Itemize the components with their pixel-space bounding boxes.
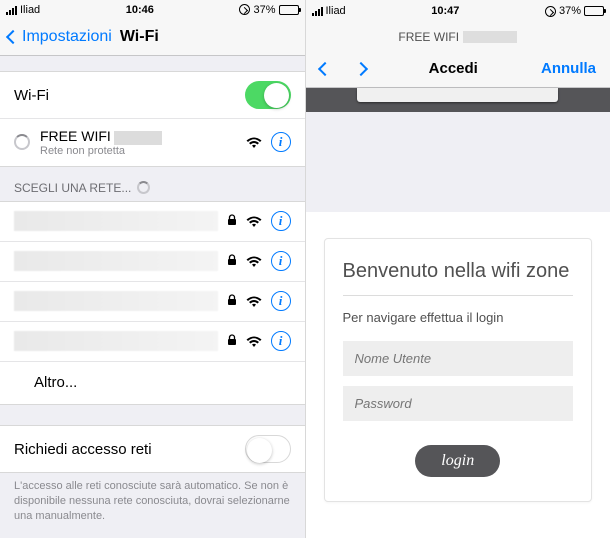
wifi-signal-icon (246, 136, 262, 148)
network-row[interactable]: i (0, 282, 305, 322)
login-card: Benvenuto nella wifi zone Per navigare e… (324, 238, 593, 502)
battery-pct: 37% (253, 4, 275, 16)
chevron-left-icon (6, 30, 20, 44)
redacted-ssid (14, 211, 218, 231)
username-input[interactable] (343, 341, 574, 376)
clock: 10:47 (346, 5, 545, 17)
info-icon[interactable]: i (271, 132, 291, 152)
battery-icon (584, 6, 604, 16)
other-network-row[interactable]: Altro... (0, 362, 305, 404)
login-subtitle: Per navigare effettua il login (343, 310, 574, 325)
info-icon[interactable]: i (271, 291, 291, 311)
connecting-spinner-icon (14, 134, 30, 150)
ask-join-label: Richiedi accesso reti (14, 441, 245, 458)
phone-captive-portal: Iliad 10:47 37% FREE WIFI Accedi Annulla… (306, 0, 610, 538)
toolbar-title: Accedi (366, 60, 542, 77)
network-row[interactable]: i (0, 242, 305, 282)
redacted-ssid (14, 331, 218, 351)
captive-titlebar: FREE WIFI (306, 22, 610, 50)
ask-join-row: Richiedi accesso reti (0, 426, 305, 472)
info-icon[interactable]: i (271, 211, 291, 231)
battery-pct: 37% (559, 5, 581, 17)
lock-icon (227, 213, 237, 229)
redacted-ssid (14, 291, 218, 311)
redacted-text (114, 131, 162, 145)
clock: 10:46 (40, 4, 239, 16)
orientation-lock-icon (239, 4, 250, 15)
back-button[interactable]: Impostazioni (8, 28, 112, 46)
page-banner (306, 88, 610, 112)
login-button[interactable]: login (415, 445, 500, 477)
carrier-label: Iliad (20, 4, 40, 16)
redacted-ssid (14, 251, 218, 271)
redacted-text (463, 31, 517, 43)
signal-icon (312, 6, 323, 16)
wifi-signal-icon (246, 335, 262, 347)
captive-ssid: FREE WIFI (398, 30, 459, 44)
connected-ssid: FREE WIFI (40, 128, 246, 144)
navbar: Impostazioni Wi-Fi (0, 19, 305, 56)
nav-back-button[interactable] (317, 61, 331, 75)
ask-join-toggle[interactable] (245, 435, 291, 463)
cancel-button[interactable]: Annulla (541, 60, 596, 77)
status-bar: Iliad 10:46 37% (0, 0, 305, 19)
wifi-signal-icon (246, 295, 262, 307)
wifi-signal-icon (246, 215, 262, 227)
wifi-toggle-label: Wi-Fi (14, 87, 245, 104)
password-input[interactable] (343, 386, 574, 421)
lock-icon (227, 293, 237, 309)
network-row[interactable]: i (0, 322, 305, 362)
login-title: Benvenuto nella wifi zone (343, 259, 574, 296)
other-label: Altro... (34, 374, 291, 391)
phone-wifi-settings: Iliad 10:46 37% Impostazioni Wi-Fi Wi-Fi… (0, 0, 306, 538)
wifi-toggle[interactable] (245, 81, 291, 109)
choose-network-header: SCEGLI UNA RETE... (0, 167, 305, 201)
network-row[interactable]: i (0, 202, 305, 242)
carrier-label: Iliad (326, 5, 346, 17)
scanning-spinner-icon (137, 181, 150, 194)
battery-icon (279, 5, 299, 15)
wifi-toggle-row: Wi-Fi (0, 72, 305, 119)
status-bar: Iliad 10:47 37% (306, 0, 610, 22)
connected-network-row[interactable]: FREE WIFI Rete non protetta i (0, 119, 305, 165)
orientation-lock-icon (545, 6, 556, 17)
page-title: Wi-Fi (120, 28, 159, 46)
back-label: Impostazioni (22, 28, 112, 46)
info-icon[interactable]: i (271, 331, 291, 351)
captive-toolbar: Accedi Annulla (306, 50, 610, 88)
lock-icon (227, 253, 237, 269)
connected-subtitle: Rete non protetta (40, 145, 246, 157)
ask-join-footer: L'accesso alle reti conosciute sarà auto… (0, 473, 305, 538)
signal-icon (6, 5, 17, 15)
wifi-signal-icon (246, 255, 262, 267)
lock-icon (227, 333, 237, 349)
info-icon[interactable]: i (271, 251, 291, 271)
